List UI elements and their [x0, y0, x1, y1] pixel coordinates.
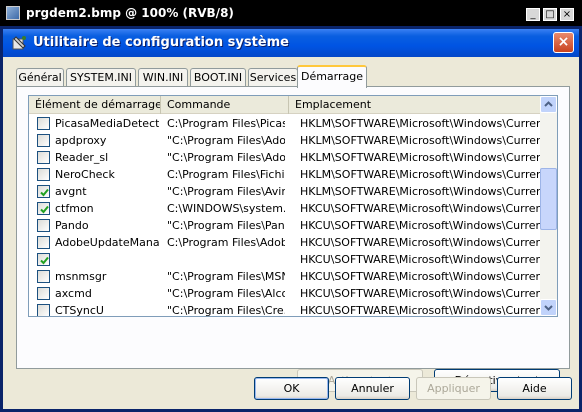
startup-item-name: apdproxy	[55, 134, 107, 147]
list-item[interactable]: Reader_sl "C:\Program Files\Ado... HKLM\SO…	[29, 149, 541, 166]
startup-item-name: axcmd	[55, 287, 92, 300]
image-icon	[6, 6, 20, 20]
list-item[interactable]: AdobeUpdateMana... C:\Program Files\Adob.…	[29, 234, 541, 251]
column-header-command[interactable]: Commande	[161, 96, 289, 114]
startup-item-name	[55, 251, 159, 268]
startup-list[interactable]: Élément de démarrage Commande Emplacemen…	[28, 95, 558, 317]
help-button[interactable]: Aide	[497, 377, 572, 400]
list-item[interactable]: avgnt "C:\Program Files\Avir... HKLM\SOFTW…	[29, 183, 541, 200]
startup-item-name: CTSyncU	[55, 304, 104, 317]
outer-close-button[interactable]: ×	[560, 8, 574, 21]
startup-item-command: "C:\Program Files\Ado...	[167, 134, 285, 147]
startup-item-name: ctfmon	[55, 202, 94, 215]
startup-item-command: "C:\Program Files\Pan...	[167, 219, 285, 232]
startup-item-command: C:\Program Files\Fichi...	[167, 168, 285, 181]
startup-item-location: HKLM\SOFTWARE\Microsoft\Windows\CurrentV…	[300, 134, 541, 147]
checkmark-icon	[40, 256, 49, 265]
list-item[interactable]: CTSyncU "C:\Program Files\Cre... HKCU\SOFT…	[29, 302, 541, 317]
startup-item-checkbox[interactable]	[37, 236, 50, 249]
startup-item-checkbox[interactable]	[37, 304, 50, 316]
system-config-dialog: Utilitaire de configuration système × Gé…	[0, 26, 582, 412]
column-header-startup-item[interactable]: Élément de démarrage	[29, 96, 161, 114]
startup-item-location: HKCU\SOFTWARE\Microsoft\Windows\CurrentV…	[300, 304, 541, 317]
startup-item-location: HKLM\SOFTWARE\Microsoft\Windows\CurrentV…	[300, 151, 541, 164]
tab-services[interactable]: Services	[248, 68, 298, 87]
startup-item-command: C:\WINDOWS\system...	[167, 202, 285, 215]
startup-item-checkbox[interactable]	[37, 253, 50, 266]
startup-item-name: Reader_sl	[55, 151, 109, 164]
startup-item-checkbox[interactable]	[37, 168, 50, 181]
startup-item-checkbox[interactable]	[37, 134, 50, 147]
startup-item-location: HKCU\SOFTWARE\Microsoft\Windows\CurrentV…	[300, 236, 541, 249]
startup-item-command: "C:\Program Files\Avir...	[167, 185, 285, 198]
minimize-button[interactable]: _	[526, 8, 540, 21]
startup-item-command: "C:\Program Files\Cre...	[167, 304, 285, 317]
startup-item-location: HKCU\SOFTWARE\Microsoft\Windows\CurrentV…	[300, 219, 541, 232]
startup-item-checkbox[interactable]	[37, 151, 50, 164]
tab-system-ini[interactable]: SYSTEM.INI	[66, 68, 136, 87]
startup-item-name: avgnt	[55, 185, 87, 198]
startup-item-checkbox[interactable]	[37, 202, 50, 215]
startup-item-command: C:\Program Files\Picas...	[167, 117, 285, 130]
startup-item-name: PicasaMediaDetector	[55, 117, 159, 130]
startup-item-name: NeroCheck	[55, 168, 115, 181]
list-item[interactable]: PicasaMediaDetector C:\Program Files\Pica…	[29, 115, 541, 132]
cancel-button[interactable]: Annuler	[335, 377, 410, 400]
startup-item-location: HKLM\SOFTWARE\Microsoft\Windows\CurrentV…	[300, 168, 541, 181]
startup-item-command	[167, 251, 285, 268]
chevron-up-icon	[544, 101, 553, 107]
startup-item-checkbox[interactable]	[37, 219, 50, 232]
outer-window-title: prgdem2.bmp @ 100% (RVB/8)	[26, 6, 234, 20]
list-item[interactable]: NeroCheck C:\Program Files\Fichi... HKLM\S…	[29, 166, 541, 183]
tab-startup[interactable]: Démarrage	[297, 65, 367, 88]
startup-item-location: HKLM\SOFTWARE\Microsoft\Windows\CurrentV…	[300, 117, 541, 130]
dialog-titlebar: Utilitaire de configuration système ×	[3, 29, 579, 57]
scroll-up-button[interactable]	[540, 96, 557, 113]
dialog-close-button[interactable]: ×	[553, 32, 574, 53]
tab-boot-ini[interactable]: BOOT.INI	[190, 68, 246, 87]
startup-item-location: HKLM\SOFTWARE\Microsoft\Windows\CurrentV…	[300, 185, 541, 198]
outer-titlebar: prgdem2.bmp @ 100% (RVB/8) _ □ ×	[0, 0, 582, 28]
dialog-title: Utilitaire de configuration système	[33, 35, 289, 50]
scroll-down-button[interactable]	[540, 299, 557, 316]
list-item[interactable]: apdproxy "C:\Program Files\Ado... HKLM\SOF…	[29, 132, 541, 149]
maximize-button[interactable]: □	[543, 8, 557, 21]
startup-item-name: AdobeUpdateMana...	[55, 236, 159, 249]
startup-item-location: HKCU\SOFTWARE\Microsoft\Windows\CurrentV…	[300, 287, 541, 300]
apply-button[interactable]: Appliquer	[416, 377, 491, 400]
startup-item-checkbox[interactable]	[37, 287, 50, 300]
scroll-thumb[interactable]	[540, 168, 557, 230]
checkmark-icon	[40, 188, 49, 197]
msconfig-icon	[12, 36, 26, 50]
startup-item-location: HKCU\SOFTWARE\Microsoft\Windows\CurrentV…	[300, 202, 541, 215]
list-item[interactable]: Pando "C:\Program Files\Pan... HKCU\SOFTWA…	[29, 217, 541, 234]
startup-item-checkbox[interactable]	[37, 117, 50, 130]
vertical-scrollbar[interactable]	[540, 96, 557, 316]
startup-item-checkbox[interactable]	[37, 270, 50, 283]
startup-item-location: HKCU\SOFTWARE\Microsoft\Windows\CurrentV…	[300, 253, 541, 266]
startup-item-command: "C:\Program Files\MSN...	[167, 270, 285, 283]
list-item[interactable]: axcmd "C:\Program Files\Alco... HKCU\SOFTW…	[29, 285, 541, 302]
startup-tab-panel: Élément de démarrage Commande Emplacemen…	[16, 86, 570, 392]
ok-button[interactable]: OK	[254, 377, 329, 400]
startup-item-command: "C:\Program Files\Ado...	[167, 151, 285, 164]
column-header-location[interactable]: Emplacement	[289, 96, 541, 114]
startup-item-name: msnmsgr	[55, 270, 107, 283]
chevron-down-icon	[544, 305, 553, 311]
startup-item-location: HKCU\SOFTWARE\Microsoft\Windows\CurrentV…	[300, 270, 541, 283]
checkmark-icon	[40, 205, 49, 214]
startup-item-command: C:\Program Files\Adob...	[167, 236, 285, 249]
tab-win-ini[interactable]: WIN.INI	[138, 68, 188, 87]
list-item[interactable]: msnmsgr "C:\Program Files\MSN... HKCU\SOFT…	[29, 268, 541, 285]
startup-item-checkbox[interactable]	[37, 185, 50, 198]
list-header: Élément de démarrage Commande Emplacemen…	[29, 96, 541, 114]
startup-item-name: Pando	[55, 219, 89, 232]
list-item[interactable]: HKCU\SOFTWARE\Microsoft\Windows\CurrentV…	[29, 251, 541, 268]
list-item[interactable]: ctfmon C:\WINDOWS\system... HKCU\SOFTWARE\…	[29, 200, 541, 217]
tab-general[interactable]: Général	[16, 68, 64, 87]
startup-item-command: "C:\Program Files\Alco...	[167, 287, 285, 300]
